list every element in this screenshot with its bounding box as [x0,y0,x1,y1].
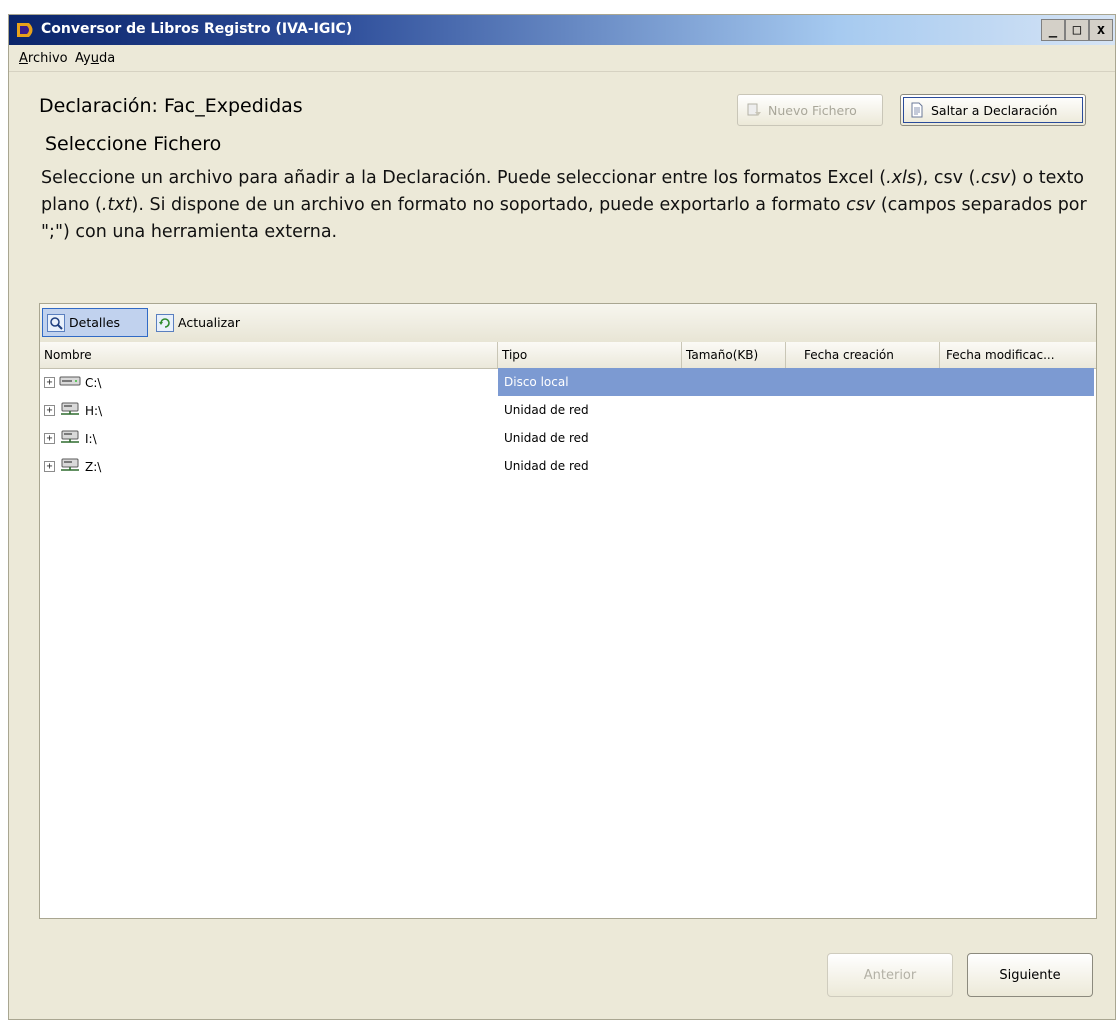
local-disk-icon [57,374,81,391]
drive-row[interactable]: + H:\ Unidad de red [40,396,1096,424]
desc-text: ). Si dispone de un archivo en formato n… [131,195,847,215]
previous-button[interactable]: Anterior [827,953,953,997]
drive-row[interactable]: + I:\ Unidad de red [40,424,1096,452]
menu-archivo[interactable]: Archivo [19,51,68,66]
details-view-button[interactable]: Detalles [42,308,148,337]
new-file-icon [747,103,761,116]
desc-ext-xls: .xls [886,168,916,188]
file-browser: Detalles Actualizar Nombre Tipo Tamaño(K… [39,303,1097,919]
network-drive-icon [57,458,81,475]
refresh-icon [156,313,174,332]
window-controls: _ □ x [1041,19,1113,41]
browser-toolbar: Detalles Actualizar [40,304,1096,343]
desc-ext-csv: .csv [975,168,1011,188]
drive-name-cell: + Z:\ [44,458,101,475]
magnifier-icon [47,313,65,332]
expand-icon[interactable]: + [44,377,55,388]
close-button[interactable]: x [1089,19,1113,41]
document-icon [911,102,923,118]
window-title: Conversor de Libros Registro (IVA-IGIC) [41,21,353,37]
drive-label: H:\ [85,403,103,418]
minimize-button[interactable]: _ [1041,19,1065,41]
jump-to-declaration-label: Saltar a Declaración [931,102,1058,118]
column-header-size[interactable]: Tamaño(KB) [682,342,786,368]
column-header-created[interactable]: Fecha creación [786,342,940,368]
title-bar[interactable]: Conversor de Libros Registro (IVA-IGIC) … [9,15,1115,45]
drive-label: I:\ [85,431,97,446]
drive-type: Unidad de red [504,431,589,445]
drive-type: Disco local [504,375,569,389]
drive-name-cell: + C:\ [44,374,101,391]
app-window: Conversor de Libros Registro (IVA-IGIC) … [8,14,1116,1020]
expand-icon[interactable]: + [44,405,55,416]
new-file-button[interactable]: Nuevo Fichero [737,94,883,126]
drive-type: Unidad de red [504,403,589,417]
details-label: Detalles [69,315,121,330]
drive-label: Z:\ [85,459,102,474]
drive-label: C:\ [85,375,102,390]
desc-text: ), csv ( [915,168,976,188]
refresh-label: Actualizar [178,315,240,330]
section-title: Seleccione Fichero [45,133,222,155]
new-file-label: Nuevo Fichero [768,102,857,118]
drive-name-cell: + I:\ [44,430,97,447]
instructions-text: Seleccione un archivo para añadir a la D… [41,165,1101,246]
menu-ayuda[interactable]: Ayuda [75,51,115,66]
column-headers: Nombre Tipo Tamaño(KB) Fecha creación Fe… [40,342,1096,369]
next-button[interactable]: Siguiente [967,953,1093,997]
app-logo-icon [17,23,33,37]
declaration-title: Declaración: Fac_Expedidas [39,95,303,117]
expand-icon[interactable]: + [44,461,55,472]
drive-row[interactable]: + C:\ Disco local [40,368,1096,396]
menu-bar: Archivo Ayuda [9,45,1115,72]
network-drive-icon [57,430,81,447]
drive-name-cell: + H:\ [44,402,102,419]
jump-to-declaration-button[interactable]: Saltar a Declaración [900,94,1086,126]
column-header-type[interactable]: Tipo [498,342,682,368]
column-header-name[interactable]: Nombre [40,342,498,368]
column-header-modified[interactable]: Fecha modificac... [940,342,1096,368]
refresh-button[interactable]: Actualizar [152,308,262,337]
desc-format-csv: csv [846,195,876,215]
expand-icon[interactable]: + [44,433,55,444]
drive-row[interactable]: + Z:\ Unidad de red [40,452,1096,480]
maximize-button[interactable]: □ [1065,19,1089,41]
drive-type: Unidad de red [504,459,589,473]
network-drive-icon [57,402,81,419]
desc-text: Seleccione un archivo para añadir a la D… [41,168,887,188]
desc-ext-txt: .txt [101,195,132,215]
selection-highlight [498,368,1094,396]
